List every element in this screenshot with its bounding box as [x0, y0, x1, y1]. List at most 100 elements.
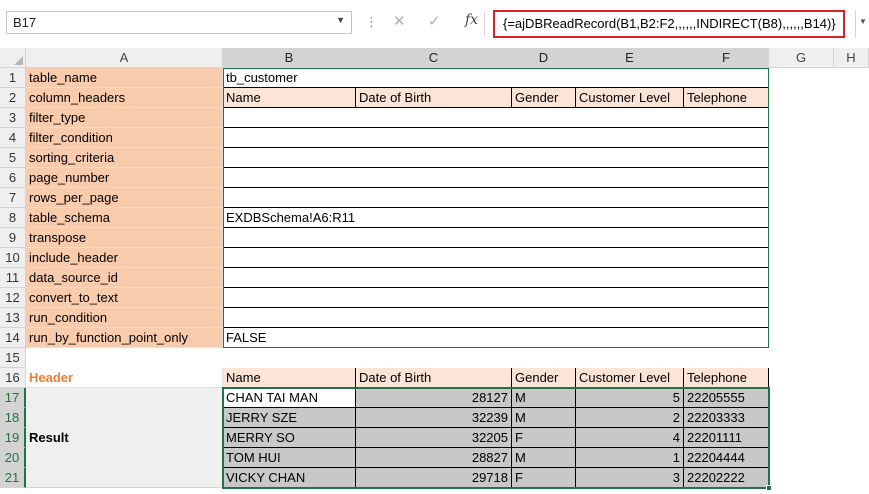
row-header-19[interactable]: 19 [0, 428, 26, 448]
param-name-cell[interactable]: page_number [26, 168, 223, 188]
column-header-a[interactable]: A [26, 48, 223, 68]
column-header-cell[interactable]: Telephone [684, 88, 769, 108]
column-header-cell[interactable]: Customer Level [576, 88, 684, 108]
param-name-cell[interactable]: filter_type [26, 108, 223, 128]
column-header-e[interactable]: E [576, 48, 684, 68]
param-name-cell[interactable]: data_source_id [26, 268, 223, 288]
row-header-1[interactable]: 1 [0, 68, 26, 88]
worksheet-grid[interactable]: A B C D E F G H 1 2 3 4 5 6 7 8 9 10 11 12 13 14 15 16 17 18 19 20 2… [0, 48, 869, 494]
column-header-cell[interactable]: Date of Birth [356, 88, 512, 108]
param-value-cell[interactable]: tb_customer [223, 68, 769, 88]
result-cell-dob[interactable]: 29718 [356, 468, 512, 488]
result-cell-gender[interactable]: M [512, 408, 576, 428]
expand-formula-bar-button[interactable]: ▼ [855, 10, 869, 38]
param-value-cell[interactable] [223, 308, 769, 328]
row-header-9[interactable]: 9 [0, 228, 26, 248]
result-cell-dob[interactable]: 28827 [356, 448, 512, 468]
result-header-cell[interactable]: Date of Birth [356, 368, 512, 388]
result-label[interactable]: Result [26, 388, 223, 488]
param-value-cell[interactable]: EXDBSchema!A6:R11 [223, 208, 769, 228]
result-header-cell[interactable]: Customer Level [576, 368, 684, 388]
row-header-15[interactable]: 15 [0, 348, 26, 368]
column-header-f[interactable]: F [684, 48, 769, 68]
column-header-h[interactable]: H [834, 48, 869, 68]
param-value-cell[interactable] [223, 188, 769, 208]
result-cell-name[interactable]: VICKY CHAN [223, 468, 356, 488]
row-header-8[interactable]: 8 [0, 208, 26, 228]
result-cell-level[interactable]: 4 [576, 428, 684, 448]
cancel-icon[interactable]: ✕ [393, 12, 406, 30]
result-cell-gender[interactable]: F [512, 468, 576, 488]
param-name-cell[interactable]: include_header [26, 248, 223, 268]
column-header-c[interactable]: C [356, 48, 512, 68]
row-header-3[interactable]: 3 [0, 108, 26, 128]
result-cell-name[interactable]: MERRY SO [223, 428, 356, 448]
param-name-cell[interactable]: table_schema [26, 208, 223, 228]
result-cell-dob[interactable]: 28127 [356, 388, 512, 408]
row-header-17[interactable]: 17 [0, 388, 26, 408]
param-name-cell[interactable]: sorting_criteria [26, 148, 223, 168]
result-cell-tel[interactable]: 22203333 [684, 408, 769, 428]
column-header-cell[interactable]: Name [223, 88, 356, 108]
param-name-cell[interactable]: transpose [26, 228, 223, 248]
row-header-12[interactable]: 12 [0, 288, 26, 308]
row-header-20[interactable]: 20 [0, 448, 26, 468]
row-header-2[interactable]: 2 [0, 88, 26, 108]
chevron-down-icon[interactable]: ▼ [336, 15, 345, 25]
param-value-cell[interactable] [223, 168, 769, 188]
column-header-b[interactable]: B [223, 48, 356, 68]
param-value-cell[interactable] [223, 108, 769, 128]
result-cell-level[interactable]: 1 [576, 448, 684, 468]
column-header-g[interactable]: G [769, 48, 834, 68]
select-all-corner[interactable] [0, 48, 26, 68]
result-cell-dob[interactable]: 32239 [356, 408, 512, 428]
result-cell-name[interactable]: JERRY SZE [223, 408, 356, 428]
param-value-cell[interactable] [223, 128, 769, 148]
result-cell-gender[interactable]: F [512, 428, 576, 448]
param-name-cell[interactable]: column_headers [26, 88, 223, 108]
row-header-16[interactable]: 16 [0, 368, 26, 388]
result-cell-tel[interactable]: 22202222 [684, 468, 769, 488]
param-name-cell[interactable]: filter_condition [26, 128, 223, 148]
param-value-cell[interactable] [223, 268, 769, 288]
result-cell-level[interactable]: 5 [576, 388, 684, 408]
param-name-cell[interactable]: run_condition [26, 308, 223, 328]
result-header-cell[interactable]: Telephone [684, 368, 769, 388]
result-cell-tel[interactable]: 22204444 [684, 448, 769, 468]
name-box[interactable]: B17 ▼ [6, 11, 352, 34]
row-header-5[interactable]: 5 [0, 148, 26, 168]
param-name-cell[interactable]: convert_to_text [26, 288, 223, 308]
param-value-cell[interactable]: FALSE [223, 328, 769, 348]
row-header-6[interactable]: 6 [0, 168, 26, 188]
row-header-11[interactable]: 11 [0, 268, 26, 288]
row-header-21[interactable]: 21 [0, 468, 26, 488]
result-cell-name[interactable]: CHAN TAI MAN [223, 388, 356, 408]
result-header-cell[interactable]: Gender [512, 368, 576, 388]
column-header-cell[interactable]: Gender [512, 88, 576, 108]
param-name-cell[interactable]: rows_per_page [26, 188, 223, 208]
fill-handle[interactable] [766, 485, 772, 491]
header-label[interactable]: Header [26, 368, 223, 388]
check-icon[interactable]: ✓ [428, 12, 441, 30]
result-cell-dob[interactable]: 32205 [356, 428, 512, 448]
row-header-10[interactable]: 10 [0, 248, 26, 268]
insert-function-icon[interactable]: fx [465, 12, 478, 28]
column-header-d[interactable]: D [512, 48, 576, 68]
param-value-cell[interactable] [223, 228, 769, 248]
row-header-7[interactable]: 7 [0, 188, 26, 208]
param-value-cell[interactable] [223, 288, 769, 308]
result-cell-tel[interactable]: 22205555 [684, 388, 769, 408]
row-header-18[interactable]: 18 [0, 408, 26, 428]
row-header-13[interactable]: 13 [0, 308, 26, 328]
result-cell-name[interactable]: TOM HUI [223, 448, 356, 468]
result-cell-level[interactable]: 2 [576, 408, 684, 428]
result-cell-gender[interactable]: M [512, 388, 576, 408]
row-header-4[interactable]: 4 [0, 128, 26, 148]
param-name-cell[interactable]: run_by_function_point_only [26, 328, 223, 348]
param-value-cell[interactable] [223, 248, 769, 268]
param-value-cell[interactable] [223, 148, 769, 168]
result-header-cell[interactable]: Name [223, 368, 356, 388]
result-cell-level[interactable]: 3 [576, 468, 684, 488]
grip-icon[interactable]: ⋮ [365, 14, 378, 30]
row-header-14[interactable]: 14 [0, 328, 26, 348]
